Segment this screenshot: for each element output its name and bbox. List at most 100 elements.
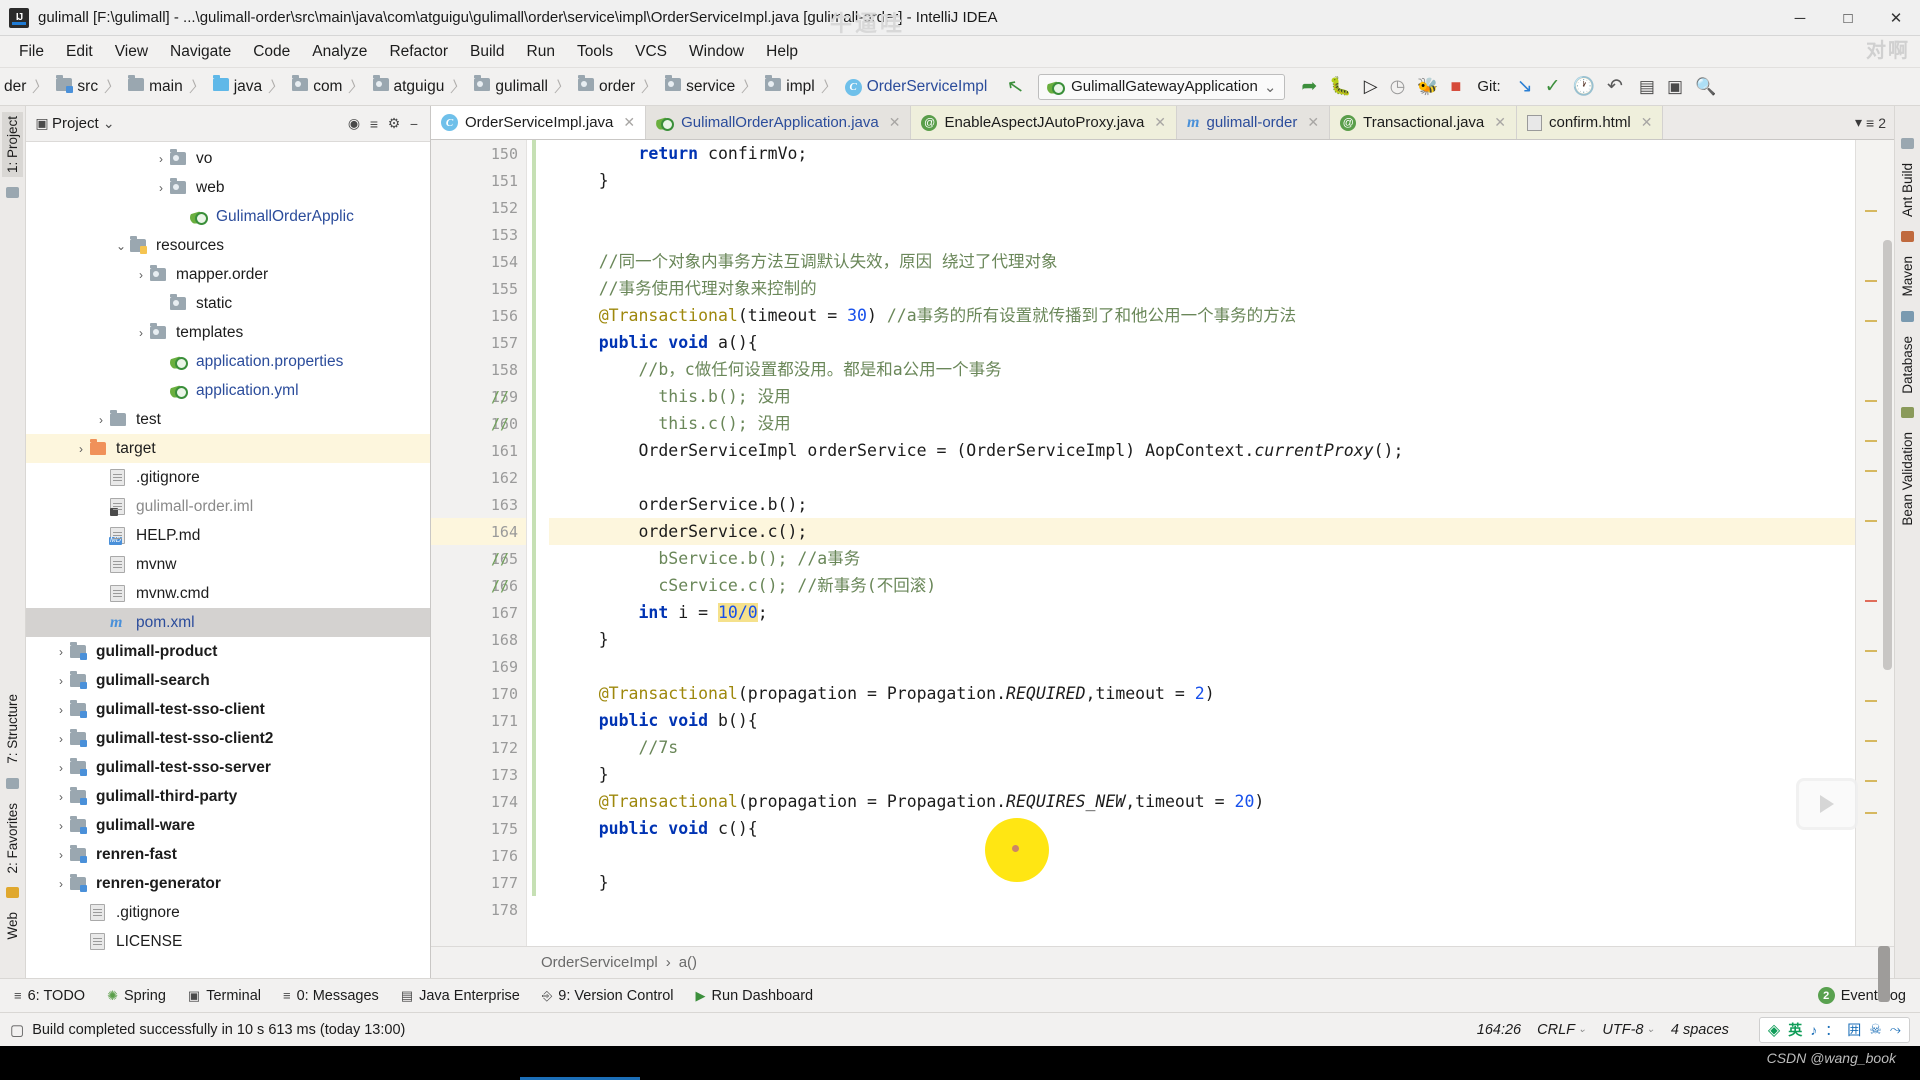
tree-item-mvnw[interactable]: mvnw [26,550,430,579]
event-log-button[interactable]: 2 Event Log [1817,987,1906,1004]
tool-window-version-control[interactable]: ⎆ 9: Version Control [542,988,674,1004]
tree-item-gulimall-ware[interactable]: › gulimall-ware [26,811,430,840]
run-icon[interactable]: ➦ [1301,75,1317,98]
breadcrumb-atguigu[interactable]: atguigu [371,74,447,98]
line-number-152[interactable]: 152 [431,194,526,221]
line-number-156[interactable]: 156 [431,302,526,329]
editor-scrollbar[interactable] [1881,140,1894,946]
line-number-170[interactable]: 170 [431,680,526,707]
menu-refactor[interactable]: Refactor [378,39,459,65]
locate-icon[interactable]: ◉ [344,114,364,134]
menu-run[interactable]: Run [516,39,566,65]
code-line-172[interactable]: //7s [559,734,1855,761]
search-icon[interactable]: 🔍 [1695,77,1716,97]
ime-language[interactable]: 英 [1788,1020,1802,1040]
ime-more-icon[interactable]: ⤳ [1890,1021,1901,1038]
code-line-158[interactable]: //b，c做任何设置都没用。都是和a公用一个事务 [559,356,1855,383]
menu-code[interactable]: Code [242,39,301,65]
code-line-170[interactable]: @Transactional(propagation = Propagation… [559,680,1855,707]
line-number-164[interactable]: 164 [431,518,526,545]
editor-tab-confirm-html[interactable]: confirm.html ✕ [1517,106,1664,139]
tree-item-mvnw-cmd[interactable]: mvnw.cmd [26,579,430,608]
expand-toggle-icon[interactable]: › [152,152,170,166]
line-number-175[interactable]: 175 [431,815,545,842]
close-icon[interactable]: ✕ [1641,114,1653,131]
code-line-167[interactable]: int i = 10/0; [559,599,1855,626]
ime-tools-icon[interactable]: ☠ [1869,1021,1882,1038]
rollback-icon[interactable]: ↶ [1607,75,1623,98]
settings-icon[interactable]: ▤ [1639,77,1655,97]
menu-navigate[interactable]: Navigate [159,39,242,65]
update-project-icon[interactable]: ↘ [1517,75,1533,98]
tree-item-static[interactable]: static [26,289,430,318]
tool-strip-database[interactable]: Database [1897,332,1918,398]
expand-toggle-icon[interactable]: › [52,819,70,833]
code-line-161[interactable]: OrderServiceImpl orderService = (OrderSe… [559,437,1855,464]
tree-item-pom-xml[interactable]: m pom.xml [26,608,430,637]
line-number-168[interactable]: 168 [431,626,545,653]
caret-position[interactable]: 164:26 [1477,1022,1521,1038]
tool-window-terminal[interactable]: ▣ Terminal [188,988,261,1004]
line-number-150[interactable]: 150 [431,140,526,167]
tool-strip-project[interactable]: 1: Project [2,112,23,178]
breadcrumb-service[interactable]: service [663,74,737,98]
close-icon[interactable]: ✕ [1494,114,1506,131]
tree-item-target[interactable]: › target [26,434,430,463]
code-line-154[interactable]: //同一个对象内事务方法互调默认失效，原因 绕过了代理对象 [559,248,1855,275]
tree-item-web[interactable]: › web [26,173,430,202]
code-line-156[interactable]: @Transactional(timeout = 30) //a事务的所有设置就… [559,302,1855,329]
tree-item-mapper-order[interactable]: › mapper.order [26,260,430,289]
tree-item-license[interactable]: LICENSE [26,927,430,956]
file-encoding[interactable]: UTF-8 ⌄ [1602,1022,1654,1038]
tree-item-test[interactable]: › test [26,405,430,434]
tree-item-gulimall-test-sso-client[interactable]: › gulimall-test-sso-client [26,695,430,724]
indent-setting[interactable]: 4 spaces [1671,1022,1729,1038]
line-number-178[interactable]: 178 [431,896,526,923]
line-number-165[interactable]: //165 [431,545,545,572]
hide-icon[interactable]: − [404,114,424,134]
tree-item-gulimall-order-iml[interactable]: gulimall-order.iml [26,492,430,521]
breadcrumb-orderserviceimpl[interactable]: C OrderServiceImpl [843,75,990,98]
line-number-169[interactable]: 169 [431,653,526,680]
tree-item--gitignore[interactable]: .gitignore [26,463,430,492]
tool-strip-bean-validation[interactable]: Bean Validation [1897,428,1918,530]
code-line-150[interactable]: return confirmVo; [559,140,1855,167]
line-number-163[interactable]: 163 [431,491,526,518]
code-line-164[interactable]: orderService.c(); [549,518,1855,545]
expand-toggle-icon[interactable]: › [72,442,90,456]
code-line-174[interactable]: @Transactional(propagation = Propagation… [559,788,1855,815]
line-number-159[interactable]: //159 [431,383,526,410]
tool-window-todo[interactable]: ≡ 6: TODO [14,988,85,1004]
tree-item-help-md[interactable]: HELP.md [26,521,430,550]
menu-vcs[interactable]: VCS [624,39,678,65]
breadcrumb-gulimall[interactable]: gulimall [472,74,550,98]
tab-overflow[interactable]: ▾ ≡ 2 [1847,106,1894,139]
menu-edit[interactable]: Edit [55,39,104,65]
breadcrumb-der[interactable]: der [2,76,28,98]
line-number-172[interactable]: 172 [431,734,526,761]
tool-window-messages[interactable]: ≡ 0: Messages [283,988,379,1004]
tool-window-run-dashboard[interactable]: ▶ Run Dashboard [696,988,814,1004]
tree-item-vo[interactable]: › vo [26,144,430,173]
tool-strip-structure[interactable]: 7: Structure [2,690,23,768]
close-icon[interactable]: ✕ [889,114,901,131]
tree-item-gulimall-test-sso-server[interactable]: › gulimall-test-sso-server [26,753,430,782]
breadcrumb-main[interactable]: main [126,74,185,98]
expand-toggle-icon[interactable]: › [52,877,70,891]
editor-tab-gulimallorderapplication[interactable]: GulimallOrderApplication.java ✕ [646,106,912,139]
ime-keyboard-icon[interactable]: 囲 [1847,1020,1861,1040]
tree-item-gulimall-product[interactable]: › gulimall-product [26,637,430,666]
line-number-177[interactable]: 177 [431,869,526,896]
code-line-153[interactable] [559,221,1855,248]
tree-item-gulimall-test-sso-client2[interactable]: › gulimall-test-sso-client2 [26,724,430,753]
code-line-176[interactable] [559,842,1855,869]
breadcrumb-com[interactable]: com [290,74,344,98]
chevron-down-icon[interactable]: ⌄ [99,114,119,134]
expand-toggle-icon[interactable]: › [52,674,70,688]
close-icon[interactable]: ✕ [1307,114,1319,131]
collapse-all-icon[interactable]: ≡ [364,114,384,134]
line-number-176[interactable]: 176 [431,842,526,869]
expand-toggle-icon[interactable]: › [152,181,170,195]
expand-toggle-icon[interactable]: › [132,326,150,340]
code-line-152[interactable] [559,194,1855,221]
